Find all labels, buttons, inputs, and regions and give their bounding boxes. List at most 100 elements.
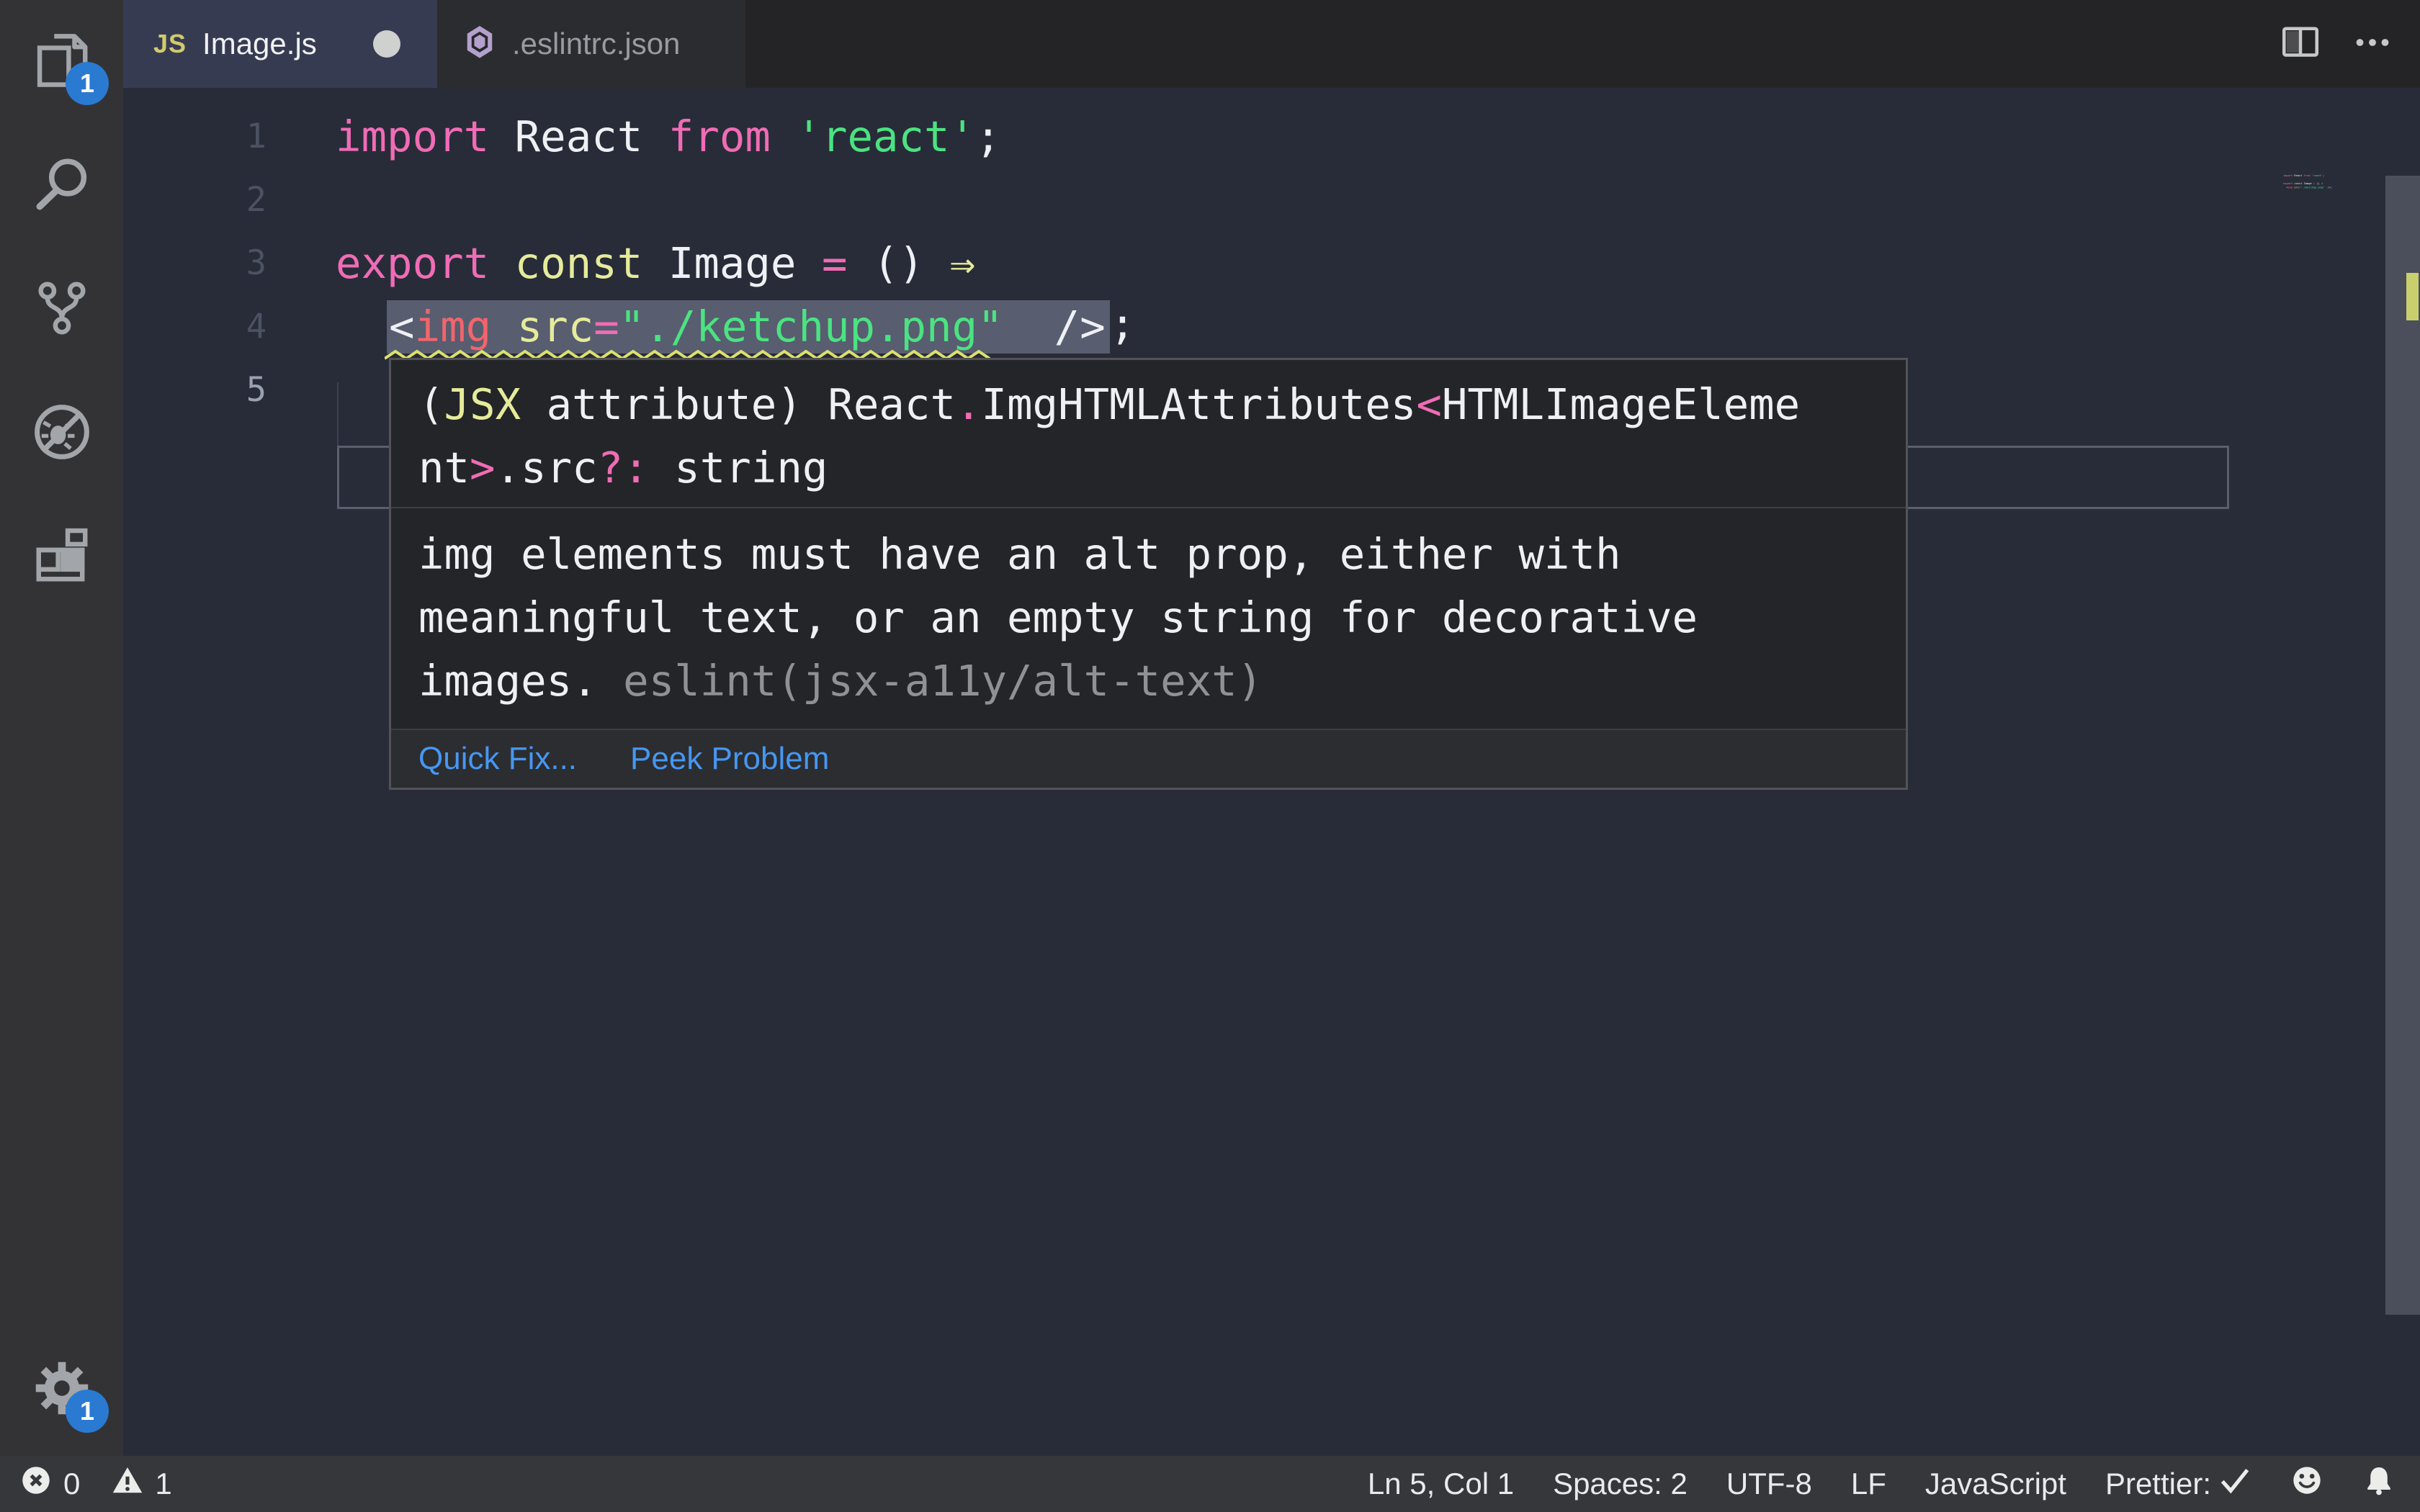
status-label: JavaScript bbox=[1924, 1467, 2066, 1500]
js-icon: JS bbox=[153, 29, 187, 58]
status-item-utf-8[interactable]: UTF-8 bbox=[1726, 1467, 1812, 1501]
signature-line: nt>.src?: string bbox=[418, 436, 1878, 500]
code-token: ImgHTMLAttributes bbox=[981, 379, 1417, 429]
status-item-bell-icon[interactable] bbox=[2362, 1464, 2396, 1504]
status-item-javascript[interactable]: JavaScript bbox=[1925, 1467, 2066, 1501]
message-line: meaningful text, or an empty string for … bbox=[418, 593, 1698, 642]
split-editor-icon[interactable] bbox=[2280, 22, 2321, 66]
code-token: .src bbox=[495, 443, 598, 492]
activity-item-extensions[interactable] bbox=[0, 495, 123, 619]
code-token: const bbox=[514, 238, 643, 288]
code-token: from bbox=[2303, 174, 2311, 177]
code-token: React bbox=[2293, 174, 2304, 177]
activity-item-search[interactable] bbox=[0, 124, 123, 248]
error-count: 0 bbox=[63, 1467, 81, 1500]
activity-item-explorer[interactable]: 1 bbox=[0, 0, 123, 124]
code-token: const bbox=[2294, 181, 2303, 185]
code-token: 'react' bbox=[2311, 174, 2323, 177]
code-text: import React from 'react'; bbox=[336, 112, 1001, 161]
vscode-window: 1 1 JS Image.js .eslintrc.json 1 import R… bbox=[0, 0, 2420, 1512]
message-line: img elements must have an alt prop, eith… bbox=[418, 529, 1621, 579]
eslint-icon bbox=[463, 24, 496, 65]
code-token: nt bbox=[418, 443, 470, 492]
code-token: from bbox=[668, 111, 771, 161]
hover-problem-message: img elements must have an alt prop, eith… bbox=[391, 508, 1906, 730]
message-line: images. eslint(jsx-a11y/alt-text) bbox=[418, 656, 1263, 706]
status-item-prettier-[interactable]: Prettier: bbox=[2105, 1464, 2251, 1504]
eslint-rule-id: eslint(jsx-a11y/alt-text) bbox=[623, 656, 1263, 706]
status-label: Prettier: bbox=[2105, 1467, 2211, 1500]
status-item-ln-5--col-1[interactable]: Ln 5, Col 1 bbox=[1368, 1467, 1514, 1501]
code-line-3[interactable]: 3 export const Image = () ⇒ bbox=[123, 231, 2256, 294]
code-token: ; bbox=[2331, 185, 2333, 189]
warning-icon bbox=[110, 1463, 145, 1505]
hover-type-signature: (JSX attribute) React.ImgHTMLAttributes<… bbox=[391, 360, 1906, 508]
code-token: ⇒ bbox=[949, 238, 976, 288]
activity-bar: 1 1 bbox=[0, 0, 123, 1456]
problems-summary[interactable]: 0 1 bbox=[0, 1463, 172, 1505]
bell-icon bbox=[2362, 1464, 2396, 1504]
activity-item-debug-disabled[interactable] bbox=[0, 372, 123, 495]
check-icon bbox=[2218, 1464, 2251, 1504]
code-line-2[interactable]: 2 bbox=[123, 168, 2256, 231]
code-token: import bbox=[336, 111, 490, 161]
code-line-1[interactable]: 1 import React from 'react'; bbox=[123, 104, 2256, 168]
code-token: JSX bbox=[444, 379, 521, 429]
code-token: Image bbox=[2303, 181, 2312, 185]
code-token: HTMLImageEleme bbox=[1441, 379, 1801, 429]
status-bar: 0 1 Ln 5, Col 1 Spaces: 2 UTF-8 LF JavaScrip… bbox=[0, 1456, 2420, 1512]
code-token: < bbox=[1416, 379, 1442, 429]
modified-dot-icon[interactable] bbox=[372, 30, 400, 58]
tab-.eslintrc.json[interactable]: .eslintrc.json bbox=[437, 0, 745, 88]
code-token: src bbox=[516, 301, 594, 351]
badge: 1 bbox=[66, 62, 109, 105]
code-token: = bbox=[593, 301, 619, 351]
hover-highlight-range: <img src="./ketchup.png" /> bbox=[385, 300, 1110, 361]
code-token: () bbox=[2315, 181, 2321, 185]
badge: 1 bbox=[66, 1390, 109, 1433]
activity-item-manage[interactable]: 1 bbox=[0, 1328, 123, 1452]
activity-item-source-control[interactable] bbox=[0, 248, 123, 372]
code-token: ⇒ bbox=[2321, 181, 2323, 185]
status-label: Spaces: 2 bbox=[1553, 1467, 1688, 1500]
status-item-smiley-icon[interactable] bbox=[2290, 1464, 2323, 1504]
status-item-spaces--2[interactable]: Spaces: 2 bbox=[1553, 1467, 1688, 1501]
tab-label: Image.js bbox=[202, 27, 317, 60]
code-text: export const Image = () ⇒ bbox=[336, 238, 975, 288]
status-item-lf[interactable]: LF bbox=[1851, 1467, 1886, 1501]
line-number: 2 bbox=[246, 179, 266, 220]
status-label: LF bbox=[1850, 1467, 1886, 1500]
action-quick-fix---[interactable]: Quick Fix... bbox=[418, 741, 577, 777]
code-line-4[interactable]: 4 <img src="./ketchup.png" />; bbox=[123, 294, 2256, 361]
more-actions-icon[interactable] bbox=[2352, 22, 2393, 66]
search-icon bbox=[31, 153, 93, 219]
line-number: 1 bbox=[246, 116, 266, 156]
code-token: 'react' bbox=[796, 111, 976, 161]
line-number: 5 bbox=[246, 369, 266, 410]
code-token: Image bbox=[668, 238, 797, 288]
tab-bar: JS Image.js .eslintrc.json bbox=[123, 0, 2420, 88]
code-token: ( bbox=[418, 379, 444, 429]
code-token: img bbox=[414, 301, 492, 351]
code-token: "./ketchup.png" bbox=[619, 301, 1003, 351]
status-label: UTF-8 bbox=[1726, 1467, 1812, 1500]
code-token: = bbox=[821, 238, 848, 288]
line-number: 4 bbox=[246, 306, 266, 346]
code-token: . bbox=[955, 379, 982, 429]
tab-Image.js[interactable]: JS Image.js bbox=[123, 0, 437, 88]
scrollbar-slider[interactable] bbox=[2385, 176, 2420, 1315]
extensions-icon bbox=[31, 525, 93, 590]
action-peek-problem[interactable]: Peek Problem bbox=[630, 741, 829, 777]
smiley-icon bbox=[2290, 1464, 2323, 1504]
code-token: < bbox=[389, 301, 415, 351]
code-token: export bbox=[2283, 181, 2293, 185]
code-token: () bbox=[847, 238, 950, 288]
error-icon bbox=[19, 1463, 53, 1505]
code-token: ; bbox=[975, 111, 1001, 161]
